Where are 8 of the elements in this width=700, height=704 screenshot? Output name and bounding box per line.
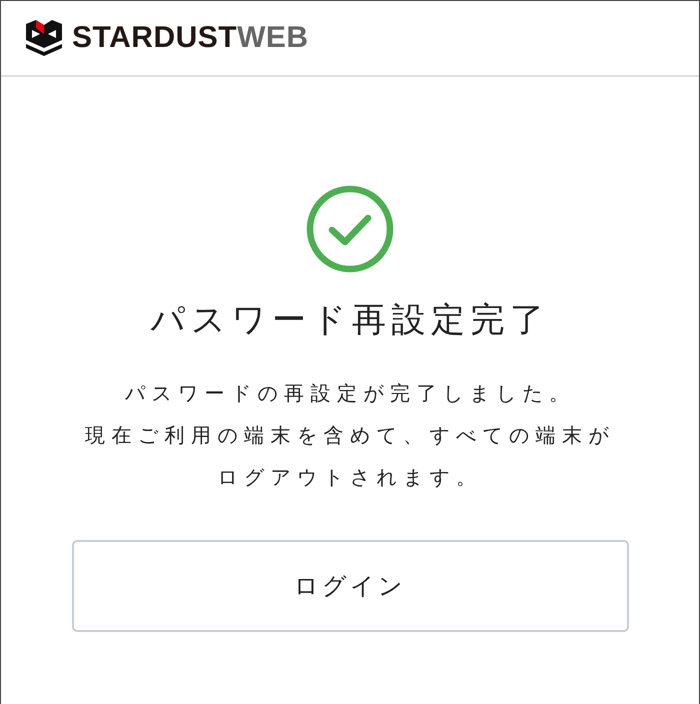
logo-text: STARDUST [72, 21, 238, 55]
logo-text-suffix: WEB [237, 21, 309, 55]
logo-icon [24, 20, 64, 56]
page-title: パスワード再設定完了 [150, 299, 550, 342]
message-text: パスワードの再設定が完了しました。 [124, 380, 576, 407]
check-circle-icon [305, 184, 395, 274]
message-text: 現在ご利用の端末を含めて、すべての端末がログアウトされます。 [84, 422, 616, 491]
login-button[interactable]: ログイン [72, 540, 628, 632]
